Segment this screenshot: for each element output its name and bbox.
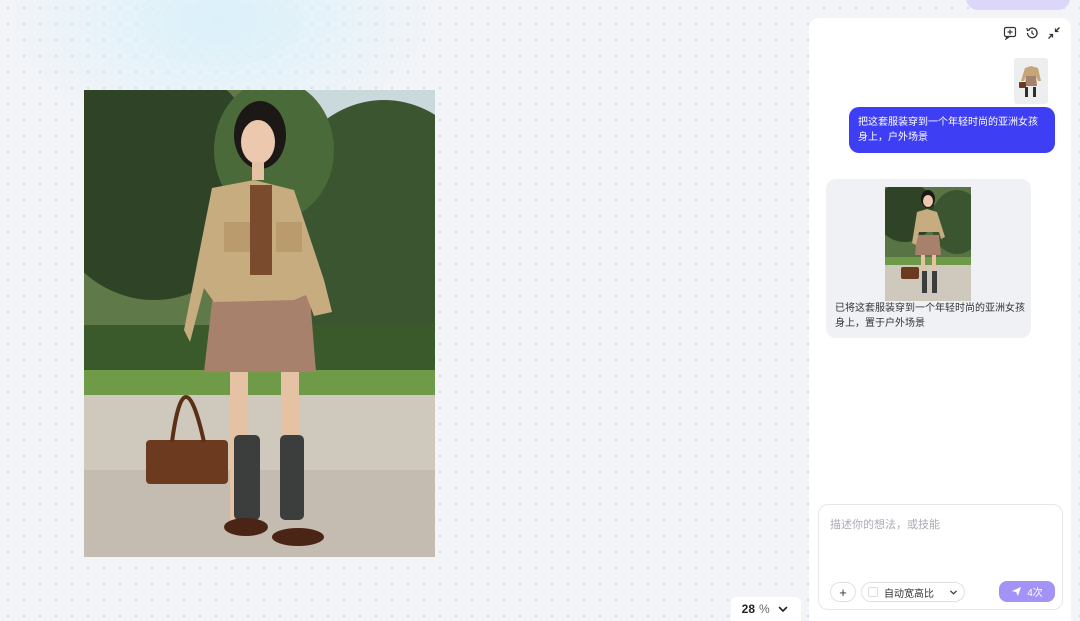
prompt-input-placeholder[interactable]: 描述你的想法，或技能: [830, 516, 940, 532]
outfit-photo: [84, 90, 435, 557]
aspect-ratio-checkbox[interactable]: [868, 587, 878, 597]
aspect-ratio-label: 自动宽高比: [884, 588, 934, 600]
chat-toolbar: [1003, 26, 1061, 40]
chat-panel: 把这套服装穿到一个年轻时尚的亚洲女孩身上，户外场景 已将这套服装穿到一个年轻时尚…: [809, 18, 1071, 621]
prompt-input-box[interactable]: 描述你的想法，或技能 + 自动宽高比 4次: [818, 504, 1063, 610]
paper-plane-icon: [1012, 586, 1022, 597]
user-attached-image[interactable]: [1014, 58, 1048, 104]
user-message-text: 把这套服装穿到一个年轻时尚的亚洲女孩身上，户外场景: [858, 117, 1038, 143]
top-action-pill[interactable]: [966, 0, 1070, 10]
zoom-value[interactable]: 28: [737, 602, 755, 616]
new-chat-icon[interactable]: [1003, 26, 1017, 40]
send-count-label: 4次: [1027, 588, 1043, 599]
zoom-control[interactable]: 28 %: [731, 597, 801, 621]
ai-message-bubble: 已将这套服装穿到一个年轻时尚的亚洲女孩身上，置于户外场景: [826, 179, 1031, 338]
ai-message-text: 已将这套服装穿到一个年轻时尚的亚洲女孩身上，置于户外场景: [835, 303, 1025, 329]
chevron-down-icon: [950, 590, 957, 595]
outfit-result-thumbnail: [885, 187, 971, 301]
outfit-thumbnail: [1014, 58, 1048, 104]
ai-generated-image[interactable]: [885, 187, 971, 301]
user-message-bubble: 把这套服装穿到一个年轻时尚的亚洲女孩身上，户外场景: [849, 107, 1055, 153]
history-icon[interactable]: [1025, 26, 1039, 40]
aspect-ratio-dropdown[interactable]: 自动宽高比: [861, 582, 965, 602]
canvas-generated-image[interactable]: [84, 90, 435, 557]
send-button[interactable]: 4次: [999, 581, 1055, 602]
collapse-icon[interactable]: [1047, 26, 1061, 40]
add-attachment-button[interactable]: +: [830, 582, 856, 602]
chevron-down-icon[interactable]: [777, 603, 789, 615]
zoom-unit: %: [759, 602, 770, 616]
